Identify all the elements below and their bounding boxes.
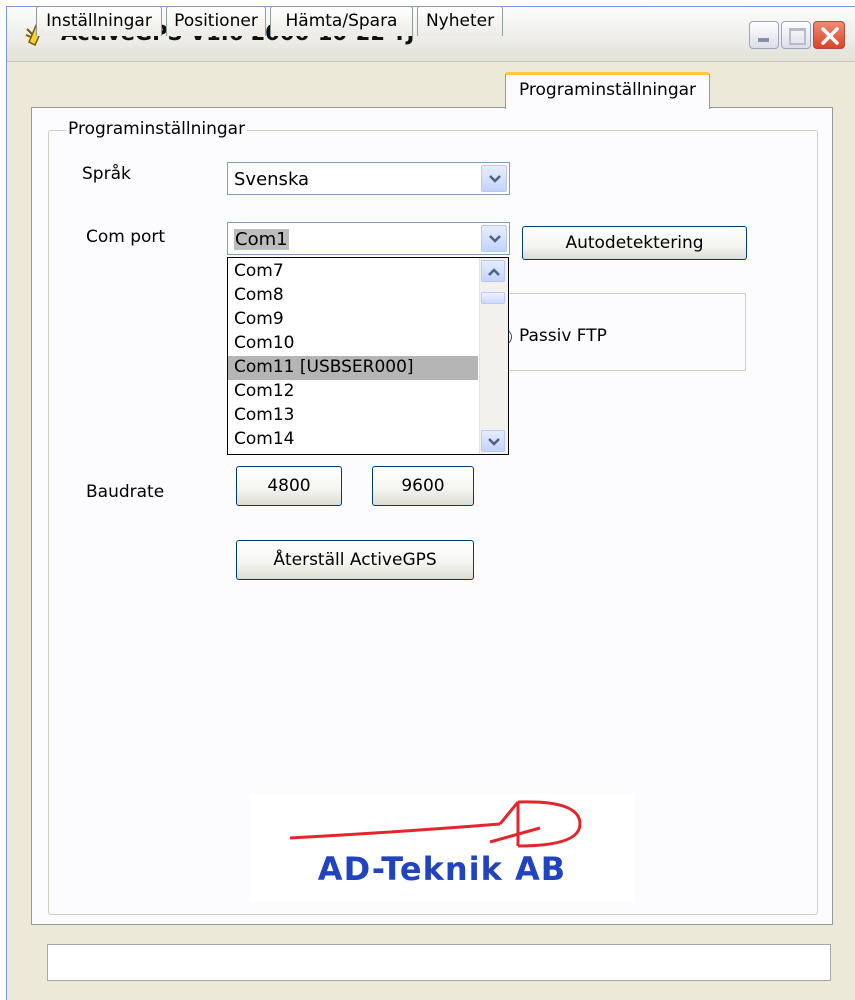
chevron-down-icon [488,438,500,446]
scroll-up-button[interactable] [481,260,505,282]
list-item[interactable]: Com9 [228,308,478,332]
list-item[interactable]: Com10 [228,332,478,356]
minimize-button[interactable] [749,21,779,49]
language-value: Svenska [234,169,310,190]
reset-activegps-button[interactable]: Återställ ActiveGPS [236,540,474,580]
list-item[interactable]: Com8 [228,284,478,308]
dropdown-scrollbar[interactable] [479,258,508,454]
com-port-label: Com port [86,227,166,247]
baud-4800-button[interactable]: 4800 [236,466,342,506]
tab-hamta-spara[interactable]: Hämta/Spara [270,6,413,36]
language-dropdown-button[interactable] [481,165,507,192]
com-port-value: Com1 [234,229,289,250]
chevron-down-icon [489,175,501,183]
baud-9600-button[interactable]: 9600 [372,466,474,506]
status-bar [47,944,831,981]
passive-ftp-label: Passiv FTP [519,326,607,346]
language-label: Språk [82,164,131,184]
tab-nyheter[interactable]: Nyheter [417,6,503,36]
company-logo: AD-Teknik AB [250,794,634,902]
close-button[interactable] [813,21,845,49]
list-item[interactable]: Com12 [228,380,478,404]
com-port-select[interactable]: Com1 [227,222,510,255]
list-item[interactable]: Com14 [228,428,478,452]
chevron-up-icon [488,268,500,276]
logo-text: AD-Teknik AB [317,850,567,888]
tab-installningar[interactable]: Inställningar [36,6,162,36]
close-icon [821,27,839,45]
list-item[interactable]: Com7 [228,260,478,284]
com-port-dropdown-list[interactable]: Com7 Com8 Com9 Com10 Com11 [USBSER000] C… [227,257,509,455]
com-port-dropdown-button[interactable] [481,225,507,252]
autodetect-button[interactable]: Autodetektering [522,226,747,260]
chevron-down-icon [489,235,501,243]
list-item[interactable]: Com13 [228,404,478,428]
language-select[interactable]: Svenska [227,162,510,195]
scroll-down-button[interactable] [481,430,505,452]
baudrate-label: Baudrate [86,482,165,502]
tab-programinstallningar[interactable]: Programinställningar [505,72,710,109]
scroll-thumb[interactable] [481,292,505,304]
maximize-button[interactable] [781,21,811,49]
group-legend: Programinställningar [66,119,248,139]
list-item-highlighted[interactable]: Com11 [USBSER000] [228,356,478,380]
tab-positioner[interactable]: Positioner [166,6,266,36]
